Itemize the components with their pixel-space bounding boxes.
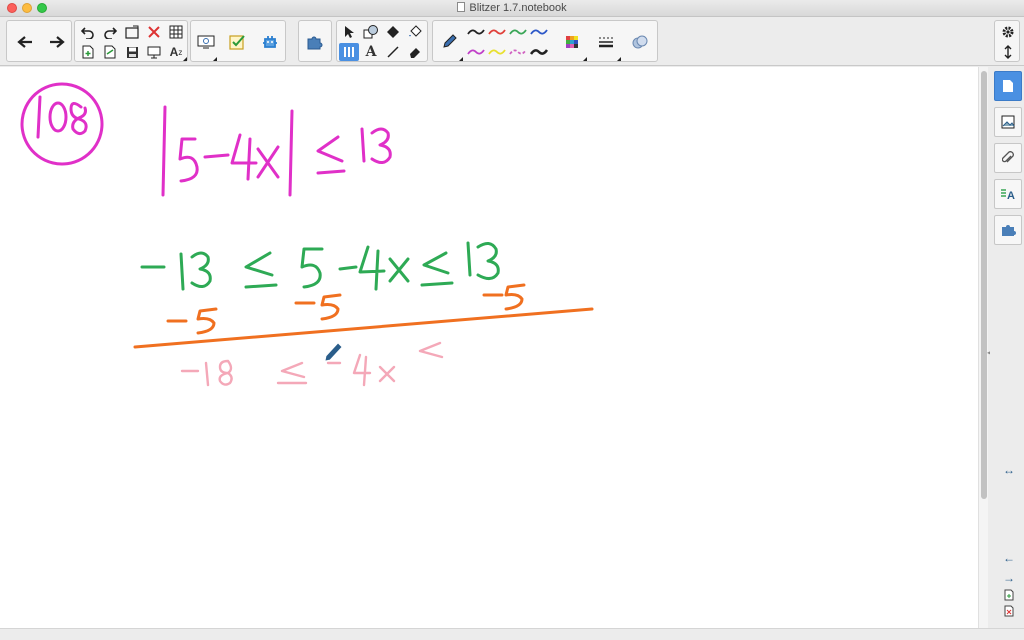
side-panel: A ↔ ← →	[990, 67, 1024, 628]
previous-page-button[interactable]: ←	[1001, 551, 1017, 565]
dropdown-triangle-icon	[583, 57, 587, 61]
save-icon[interactable]	[122, 43, 142, 61]
document-icon	[457, 2, 466, 12]
toolbar-position-icon[interactable]	[998, 43, 1018, 61]
title-bar: Blitzer 1.7.notebook	[0, 0, 1024, 17]
attachments-icon[interactable]	[994, 143, 1022, 173]
next-page-button[interactable]: →	[1001, 571, 1017, 585]
color-grid-icon[interactable]	[557, 24, 587, 60]
select-arrow-icon[interactable]	[339, 23, 359, 41]
dropdown-triangle-icon	[617, 57, 621, 61]
paste-icon[interactable]	[100, 43, 120, 61]
toolbar-group-tools	[190, 20, 286, 62]
toolbar-group-pens	[432, 20, 658, 62]
dropdown-triangle-icon	[213, 57, 217, 61]
pen-swatch-8[interactable]	[529, 49, 549, 55]
text-icon[interactable]: A	[361, 43, 381, 61]
pen-swatch-6[interactable]	[488, 49, 506, 55]
pen-swatch-5[interactable]	[467, 49, 485, 55]
pen-color-swatches[interactable]	[466, 22, 550, 62]
shapes-icon[interactable]	[361, 23, 381, 41]
scrollbar-thumb[interactable]	[981, 71, 987, 499]
result-inequality-ink	[180, 341, 444, 387]
status-bar	[0, 628, 1024, 640]
ink-layer	[20, 82, 594, 387]
addons-icon[interactable]	[255, 24, 285, 60]
problem-number-ink	[20, 82, 104, 166]
puzzle-icon[interactable]	[300, 24, 330, 60]
toolbar-group-widgets	[298, 20, 332, 62]
fill-icon[interactable]	[383, 23, 403, 41]
notebook-canvas[interactable]	[0, 67, 978, 628]
display-icon[interactable]	[144, 43, 164, 61]
panel-resize-button[interactable]: ↔	[1001, 463, 1017, 477]
add-page-icon[interactable]	[78, 43, 98, 61]
addons-tab-icon[interactable]	[994, 215, 1022, 245]
gear-icon[interactable]	[998, 23, 1018, 41]
pen-cursor-icon	[324, 342, 343, 362]
pen-swatch-7[interactable]	[509, 49, 527, 55]
main-toolbar: Az A	[0, 18, 1024, 66]
properties-icon[interactable]	[625, 24, 655, 60]
toolbar-group-edit: Az	[74, 20, 188, 62]
line-icon[interactable]	[383, 43, 403, 61]
redo-icon[interactable]	[100, 23, 120, 41]
forward-arrow-icon[interactable]	[42, 24, 72, 60]
pen-swatch-4[interactable]	[530, 29, 548, 35]
compound-inequality-ink	[140, 241, 500, 291]
pen-swatch-3[interactable]	[509, 29, 527, 35]
dropdown-triangle-icon	[183, 57, 187, 61]
properties-tab-icon[interactable]: A	[994, 179, 1022, 209]
toolbar-group-navigation	[6, 20, 72, 62]
toolbar-group-settings	[994, 20, 1020, 62]
gallery-icon[interactable]	[994, 107, 1022, 137]
delete-page-small-icon[interactable]	[1001, 605, 1017, 619]
page-sorter-icon[interactable]	[994, 71, 1022, 101]
pen-swatch-1[interactable]	[467, 29, 485, 35]
delete-icon[interactable]	[144, 23, 164, 41]
line-style-icon[interactable]	[591, 24, 621, 60]
dropdown-triangle-icon	[459, 57, 463, 61]
screen-capture-icon[interactable]	[191, 24, 221, 60]
table-icon[interactable]	[166, 23, 186, 41]
window-title: Blitzer 1.7.notebook	[469, 2, 567, 14]
back-arrow-icon[interactable]	[10, 24, 40, 60]
add-page-small-icon[interactable]	[1001, 589, 1017, 603]
subtract-five-ink	[133, 283, 594, 349]
eraser-icon[interactable]	[405, 43, 425, 61]
screen-shade-icon[interactable]	[122, 23, 142, 41]
toolbar-group-select: A	[336, 20, 428, 62]
app-window: Blitzer 1.7.notebook Az A ◂ A ↔ ← →	[0, 0, 1024, 640]
absolute-inequality-ink	[161, 105, 392, 197]
paint-bucket-icon[interactable]	[405, 23, 425, 41]
undo-icon[interactable]	[78, 23, 98, 41]
svg-text:A: A	[1007, 190, 1015, 201]
response-icon[interactable]	[223, 24, 253, 60]
pen-swatch-2[interactable]	[488, 29, 506, 35]
pen-icon[interactable]	[434, 24, 464, 60]
pens-icon[interactable]	[339, 43, 359, 61]
